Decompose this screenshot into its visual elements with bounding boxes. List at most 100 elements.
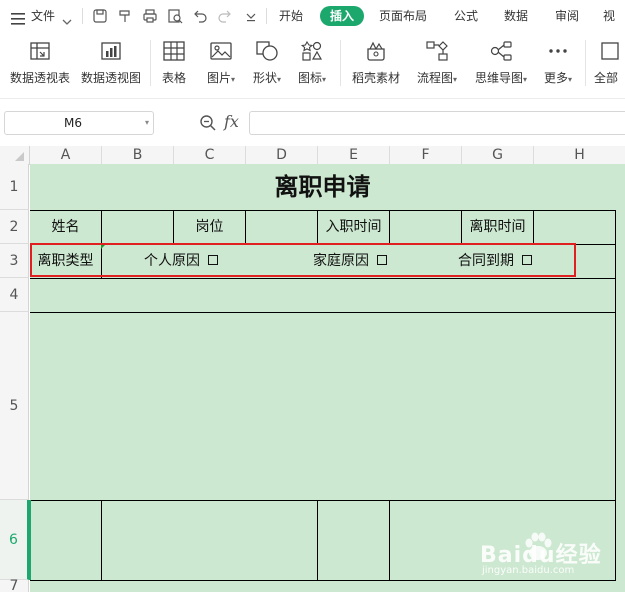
border-line <box>245 210 246 244</box>
hamburger-icon[interactable] <box>11 10 25 25</box>
baidu-watermark: Baidu经验 jingyan.baidu.com <box>478 527 618 577</box>
chevron-down-icon: ▾ <box>568 75 573 84</box>
row-header-4[interactable]: 4 <box>0 278 29 312</box>
tab-home[interactable]: 开始 <box>279 0 303 32</box>
all-icon <box>600 42 619 60</box>
column-header-c[interactable]: C <box>174 146 246 165</box>
chevron-down-icon[interactable] <box>62 12 72 31</box>
pivot-chart-button[interactable]: 数据透视图 <box>80 40 142 90</box>
pivot-chart-icon <box>101 42 121 60</box>
border-line <box>317 500 318 580</box>
row-header-5[interactable]: 5 <box>0 312 29 500</box>
name-box[interactable]: M6 ▾ <box>4 111 154 135</box>
hire-date-label-cell[interactable]: 入职时间 <box>318 211 389 244</box>
border-line <box>30 500 616 501</box>
row-header-1[interactable]: 1 <box>0 164 29 210</box>
chevron-down-icon: ▾ <box>523 75 528 84</box>
column-header-h[interactable]: H <box>534 146 625 165</box>
picture-icon <box>210 42 232 60</box>
zoom-icon[interactable] <box>199 114 217 136</box>
row-header-6[interactable]: 6 <box>0 500 29 580</box>
border-line <box>101 210 102 244</box>
column-header-f[interactable]: F <box>390 146 462 165</box>
column-header-g[interactable]: G <box>462 146 534 165</box>
shape-icon <box>256 41 278 61</box>
chevron-down-icon: ▾ <box>231 75 236 84</box>
tab-review[interactable]: 审阅 <box>555 0 579 32</box>
border-line <box>30 580 616 581</box>
border-line <box>30 278 616 279</box>
column-header-e[interactable]: E <box>318 146 390 165</box>
divider <box>340 40 341 86</box>
row-header-3[interactable]: 3 <box>0 244 29 278</box>
mindmap-icon <box>490 41 512 61</box>
select-all-corner[interactable] <box>0 146 30 165</box>
tab-view[interactable]: 视图 <box>603 0 625 55</box>
divider <box>266 8 267 24</box>
undo-icon[interactable] <box>192 8 208 24</box>
mindmap-label: 思维导图 <box>474 71 523 85</box>
tab-page-layout[interactable]: 页面布局 <box>379 0 427 32</box>
sheet-title[interactable]: 离职申请 <box>30 164 615 210</box>
shape-button[interactable]: 形状▾ <box>249 40 285 90</box>
print-preview-icon[interactable] <box>167 8 183 24</box>
format-painter-icon[interactable] <box>117 8 133 24</box>
material-icon <box>367 41 385 61</box>
more-button[interactable]: 更多▾ <box>539 40 577 90</box>
icon-label: 图标 <box>297 71 322 85</box>
table-icon <box>163 41 185 61</box>
border-line <box>615 210 616 581</box>
selection-edge <box>29 500 31 580</box>
watermark-url: jingyan.baidu.com <box>482 565 575 576</box>
position-label-cell[interactable]: 岗位 <box>174 211 245 244</box>
divider <box>585 40 586 86</box>
name-label-cell[interactable]: 姓名 <box>30 211 101 244</box>
material-label: 稻壳素材 <box>351 71 400 85</box>
all-label: 全部 <box>594 71 619 85</box>
chevron-down-icon: ▾ <box>277 75 282 84</box>
icon-gallery-icon <box>300 40 323 61</box>
material-button[interactable]: 稻壳素材 <box>350 40 402 90</box>
column-header-d[interactable]: D <box>246 146 318 165</box>
picture-button[interactable]: 图片▾ <box>204 40 238 90</box>
print-icon[interactable] <box>142 8 158 24</box>
tab-insert[interactable]: 插入 <box>320 6 365 26</box>
more-label: 更多 <box>543 71 568 85</box>
flowchart-button[interactable]: 流程图▾ <box>413 40 461 90</box>
divider <box>150 40 151 86</box>
cell-reference: M6 <box>64 116 82 130</box>
column-header-a[interactable]: A <box>30 146 102 165</box>
mindmap-button[interactable]: 思维导图▾ <box>471 40 531 90</box>
redo-icon[interactable] <box>217 8 233 24</box>
pivot-table-icon <box>30 42 50 60</box>
row-header-7[interactable]: 7 <box>0 578 29 594</box>
chevron-down-icon: ▾ <box>322 75 327 84</box>
formula-input[interactable] <box>249 111 625 135</box>
shape-label: 形状 <box>252 71 277 85</box>
table-button[interactable]: 表格 <box>158 40 190 90</box>
tab-formulas[interactable]: 公式 <box>454 0 478 32</box>
pivot-table-button[interactable]: 数据透视表 <box>8 40 72 90</box>
more-dots-icon <box>549 49 567 53</box>
customize-toolbar-icon[interactable] <box>243 8 259 24</box>
fx-icon[interactable]: fx <box>224 112 239 131</box>
border-line <box>389 500 390 580</box>
flowchart-icon <box>426 41 448 61</box>
pivot-chart-label: 数据透视图 <box>80 71 141 85</box>
chevron-down-icon[interactable]: ▾ <box>145 112 149 134</box>
save-icon[interactable] <box>92 8 108 24</box>
all-button[interactable]: 全部 <box>594 40 625 90</box>
border-line <box>101 500 102 580</box>
column-header-b[interactable]: B <box>102 146 174 165</box>
border-line <box>389 210 390 244</box>
tab-data[interactable]: 数据 <box>504 0 528 32</box>
leave-date-label-cell[interactable]: 离职时间 <box>462 211 533 244</box>
picture-label: 图片 <box>206 71 231 85</box>
row-header-2[interactable]: 2 <box>0 210 29 244</box>
flowchart-label: 流程图 <box>416 71 453 85</box>
icon-button[interactable]: 图标▾ <box>295 40 329 90</box>
highlight-box <box>30 243 576 277</box>
divider <box>82 8 83 24</box>
chevron-down-icon: ▾ <box>453 75 458 84</box>
file-menu[interactable]: 文件 <box>31 0 55 32</box>
